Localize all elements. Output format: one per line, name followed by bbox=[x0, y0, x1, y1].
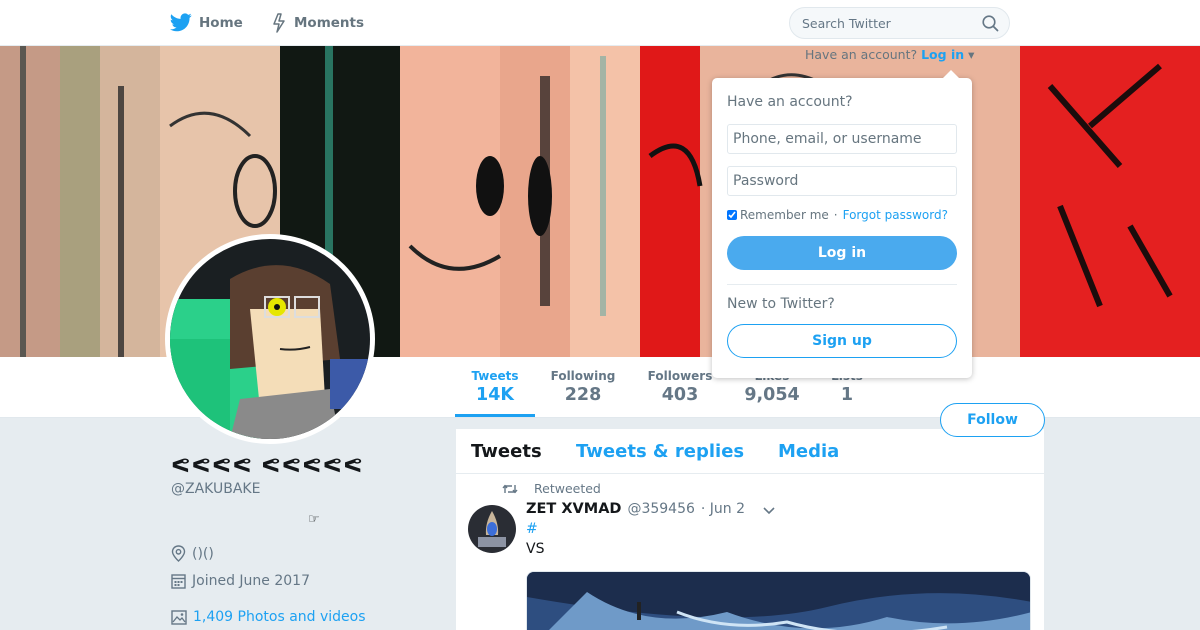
caret-down-icon: ▾ bbox=[968, 47, 975, 62]
stat-value: 9,054 bbox=[744, 385, 800, 405]
location-pin-icon bbox=[171, 545, 186, 562]
image-icon bbox=[171, 609, 187, 625]
tweet-author-username[interactable]: @359456 bbox=[627, 501, 694, 517]
nav-moments[interactable]: Moments bbox=[271, 13, 364, 33]
profile-handle[interactable]: @ZAKUBAKE bbox=[171, 481, 260, 497]
calendar-icon bbox=[171, 574, 186, 589]
twitter-bird-icon bbox=[170, 13, 192, 32]
login-button[interactable]: Log in bbox=[727, 236, 957, 270]
have-account-text: Have an account? bbox=[805, 47, 918, 62]
profile-joined-date: Joined June 2017 bbox=[171, 573, 310, 589]
tweet-header: ZET XVMAD @359456 · Jun 2 bbox=[526, 501, 745, 517]
stat-following[interactable]: Following 228 bbox=[548, 369, 618, 406]
tweet-text: VS bbox=[526, 541, 545, 557]
retweet-context: Retweeted bbox=[502, 481, 601, 496]
tab-media[interactable]: Media bbox=[778, 441, 839, 462]
username-field[interactable] bbox=[727, 124, 957, 154]
search-icon[interactable] bbox=[982, 15, 999, 32]
stat-tweets[interactable]: Tweets 14K bbox=[455, 369, 535, 417]
signup-button[interactable]: Sign up bbox=[727, 324, 957, 358]
search-input[interactable] bbox=[790, 8, 970, 38]
remember-me-checkbox[interactable] bbox=[727, 210, 737, 220]
tab-tweets[interactable]: Tweets bbox=[471, 441, 542, 462]
tab-tweets-replies[interactable]: Tweets & replies bbox=[576, 441, 744, 462]
remember-me-label[interactable]: Remember me bbox=[740, 208, 829, 222]
profile-fullname: ᕙᕙᕙᕙ ᕙᕙᕙᕙᕙ bbox=[171, 453, 364, 477]
joined-text: Joined June 2017 bbox=[192, 573, 310, 589]
login-link-label: Log in bbox=[921, 47, 965, 62]
tweet-author-avatar[interactable] bbox=[468, 505, 516, 553]
retweet-icon bbox=[502, 484, 518, 493]
top-navigation-bar: Home Moments bbox=[0, 0, 1200, 46]
login-dropdown-title: Have an account? bbox=[727, 94, 853, 110]
profile-location: ()() bbox=[171, 545, 214, 562]
have-account-login-link[interactable]: Have an account? Log in ▾ bbox=[805, 47, 974, 62]
stat-value: 1 bbox=[840, 385, 854, 405]
remember-me-row: Remember me · Forgot password? bbox=[727, 208, 948, 222]
profile-photos-link[interactable]: 1,409 Photos and videos bbox=[171, 609, 366, 625]
nav-home-label: Home bbox=[199, 14, 243, 31]
search-box bbox=[789, 7, 1010, 39]
stat-label: Followers bbox=[647, 369, 713, 383]
stat-label: Tweets bbox=[471, 369, 519, 383]
forgot-password-link[interactable]: Forgot password? bbox=[843, 208, 948, 222]
nav-home[interactable]: Home bbox=[170, 13, 243, 32]
location-text: ()() bbox=[192, 545, 214, 562]
photos-link-label: 1,409 Photos and videos bbox=[193, 609, 366, 625]
stat-value: 403 bbox=[661, 385, 699, 405]
profile-avatar[interactable] bbox=[165, 234, 375, 444]
lightning-icon bbox=[273, 13, 285, 33]
stat-label: Following bbox=[550, 369, 616, 383]
new-to-twitter-text: New to Twitter? bbox=[727, 296, 835, 312]
tweet-timestamp[interactable]: · Jun 2 bbox=[701, 501, 745, 517]
retweeted-label: Retweeted bbox=[534, 481, 601, 496]
profile-bio: ☞ bbox=[308, 512, 320, 527]
separator-dot: · bbox=[833, 208, 838, 222]
stat-value: 14K bbox=[476, 385, 514, 405]
timeline: Tweets Tweets & replies Media Retweeted … bbox=[456, 429, 1044, 630]
stat-followers[interactable]: Followers 403 bbox=[645, 369, 715, 406]
password-field[interactable] bbox=[727, 166, 957, 196]
login-dropdown: Have an account? Remember me · Forgot pa… bbox=[712, 70, 972, 378]
chevron-down-icon[interactable] bbox=[762, 506, 776, 516]
tweet-author-name[interactable]: ZET XVMAD bbox=[526, 501, 621, 517]
tweet-media-image[interactable] bbox=[526, 571, 1031, 630]
stat-value: 228 bbox=[564, 385, 602, 405]
tweet-hashtag[interactable]: # bbox=[526, 521, 538, 537]
divider bbox=[727, 284, 957, 285]
follow-button[interactable]: Follow bbox=[940, 403, 1045, 437]
nav-moments-label: Moments bbox=[294, 15, 365, 31]
